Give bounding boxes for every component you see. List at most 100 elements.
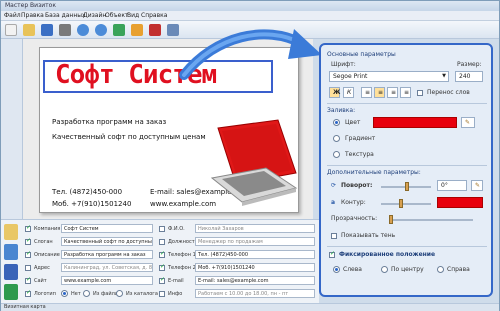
fixed-position-title: Фиксированное положение (339, 251, 436, 258)
fill-color-radio[interactable] (333, 119, 340, 126)
word-wrap-label: Перенос слов (427, 89, 470, 96)
info-checkbox[interactable] (159, 291, 165, 297)
card-mobile[interactable]: Моб. +7(910)1501240 (52, 200, 131, 208)
window-title: Мастер Визиток (5, 2, 56, 9)
pos-right-label: Справа (447, 266, 470, 273)
website-field[interactable]: www.example.com (61, 276, 153, 285)
align-center-icon[interactable]: ≡ (374, 87, 385, 98)
divider (327, 246, 487, 247)
redo-icon[interactable] (95, 24, 107, 36)
contacts-icon[interactable] (4, 264, 18, 280)
title-bar: Мастер Визиток (1, 1, 499, 11)
print-icon[interactable] (59, 24, 71, 36)
fio-field[interactable]: Николай Захаров (195, 224, 315, 233)
logo-catalog-radio[interactable] (116, 290, 123, 297)
menu-design[interactable]: Дизайн (83, 12, 106, 19)
card-slogan[interactable]: Качественный софт по доступным ценам (52, 133, 206, 141)
basic-params-title: Основные параметры (327, 51, 396, 58)
undo-icon[interactable] (77, 24, 89, 36)
pos-center-radio[interactable] (381, 266, 388, 273)
menu-help[interactable]: Справка (141, 12, 167, 19)
card-phone[interactable]: Тел. (4872)450-000 (52, 188, 122, 196)
description-checkbox[interactable] (25, 250, 31, 258)
open-folder-icon[interactable] (23, 24, 35, 36)
transparency-slider-thumb[interactable] (389, 215, 393, 224)
outline-label: Контур: (341, 199, 366, 206)
bold-button[interactable]: Ж (329, 87, 340, 98)
logo-checkbox[interactable] (25, 289, 31, 297)
address-field[interactable]: Калининград, ул. Советская, д. 8, оф. 30… (61, 263, 153, 272)
website-checkbox[interactable] (25, 276, 31, 284)
logo-catalog-label: Из каталога (126, 291, 158, 297)
align-justify-icon[interactable]: ≡ (400, 87, 411, 98)
card-icon[interactable] (4, 224, 18, 240)
pos-left-radio[interactable] (333, 266, 340, 273)
slogan-checkbox[interactable] (25, 237, 31, 245)
phone1-checkbox[interactable] (159, 250, 165, 258)
fixed-position-checkbox[interactable] (329, 250, 335, 258)
excel-icon[interactable] (4, 284, 18, 300)
menu-database[interactable]: База данных (45, 12, 86, 19)
phone1-field[interactable]: Тел. (4872)450-000 (195, 250, 315, 259)
info-field[interactable]: Работаем с 10.00 до 18.00, пн - пт (195, 289, 315, 298)
card-website[interactable]: www.example.com (150, 200, 216, 208)
italic-button[interactable]: К (343, 87, 354, 98)
font-select[interactable]: Segoe Print ▼ (329, 71, 449, 82)
outline-slider-thumb[interactable] (399, 199, 403, 208)
outline-slider[interactable] (381, 203, 431, 205)
rotate-value: 0° (441, 182, 448, 189)
text-properties-panel: Основные параметры Шрифт: Размер: Segoe … (319, 43, 493, 297)
new-icon[interactable] (5, 24, 17, 36)
fill-texture-radio[interactable] (333, 151, 340, 158)
menu-edit[interactable]: Правка (21, 12, 44, 19)
menu-file[interactable]: Файл (4, 12, 21, 19)
fill-color-swatch[interactable] (373, 117, 457, 128)
email-field[interactable]: E-mail: sales@example.com (195, 276, 315, 285)
address-label: Адрес (34, 265, 50, 271)
pos-right-radio[interactable] (437, 266, 444, 273)
laptop-image[interactable] (208, 118, 300, 208)
divider (327, 165, 487, 166)
fio-checkbox[interactable] (159, 226, 165, 232)
outline-color-swatch[interactable] (437, 197, 483, 208)
phone2-checkbox[interactable] (159, 263, 165, 271)
align-right-icon[interactable]: ≡ (387, 87, 398, 98)
shape-tool-icon[interactable] (149, 24, 161, 36)
word-wrap-checkbox[interactable] (417, 90, 423, 96)
phone2-field[interactable]: Моб. +7(910)1501240 (195, 263, 315, 272)
rotate-slider-thumb[interactable] (405, 182, 409, 191)
slogan-field[interactable]: Качественный софт по доступным ценам (61, 237, 153, 246)
menu-view[interactable]: Вид (127, 12, 139, 19)
position-field[interactable]: Менеджер по продажам (195, 237, 315, 246)
email-checkbox[interactable] (159, 276, 165, 284)
description-field[interactable]: Разработка программ на заказ (61, 250, 153, 259)
transparency-slider[interactable] (389, 219, 473, 221)
transparency-label: Прозрачность: (331, 215, 378, 222)
position-checkbox[interactable] (159, 239, 165, 245)
color-picker-icon[interactable]: ✎ (461, 117, 475, 128)
image-tool-icon[interactable] (131, 24, 143, 36)
show-shadow-checkbox[interactable] (331, 233, 337, 239)
card-description[interactable]: Разработка программ на заказ (52, 118, 166, 126)
user-icon[interactable] (4, 244, 18, 260)
menu-object[interactable]: Объект (105, 12, 128, 19)
rotate-reset-icon[interactable]: ✎ (471, 180, 483, 191)
phone2-label: Телефон 2 (168, 265, 196, 271)
outline-icon: a (331, 199, 336, 206)
logo-none-radio[interactable] (61, 290, 68, 297)
company-field[interactable]: Софт Систем (61, 224, 153, 233)
pointer-arrow-icon (179, 29, 322, 80)
show-shadow-label: Показывать тень (341, 232, 396, 239)
fill-gradient-radio[interactable] (333, 135, 340, 142)
fill-texture-label: Текстура (345, 151, 374, 158)
company-checkbox[interactable] (25, 224, 31, 232)
rotate-input[interactable]: 0° (437, 180, 467, 191)
align-left-icon[interactable]: ≡ (361, 87, 372, 98)
size-select[interactable]: 240 (455, 71, 483, 82)
address-checkbox[interactable] (25, 265, 31, 271)
save-icon[interactable] (41, 24, 53, 36)
menu-bar: Файл Правка База данных Дизайн Объект Ви… (1, 11, 499, 21)
position-label: Должность (168, 239, 198, 245)
text-tool-icon[interactable] (113, 24, 125, 36)
logo-file-radio[interactable] (83, 290, 90, 297)
